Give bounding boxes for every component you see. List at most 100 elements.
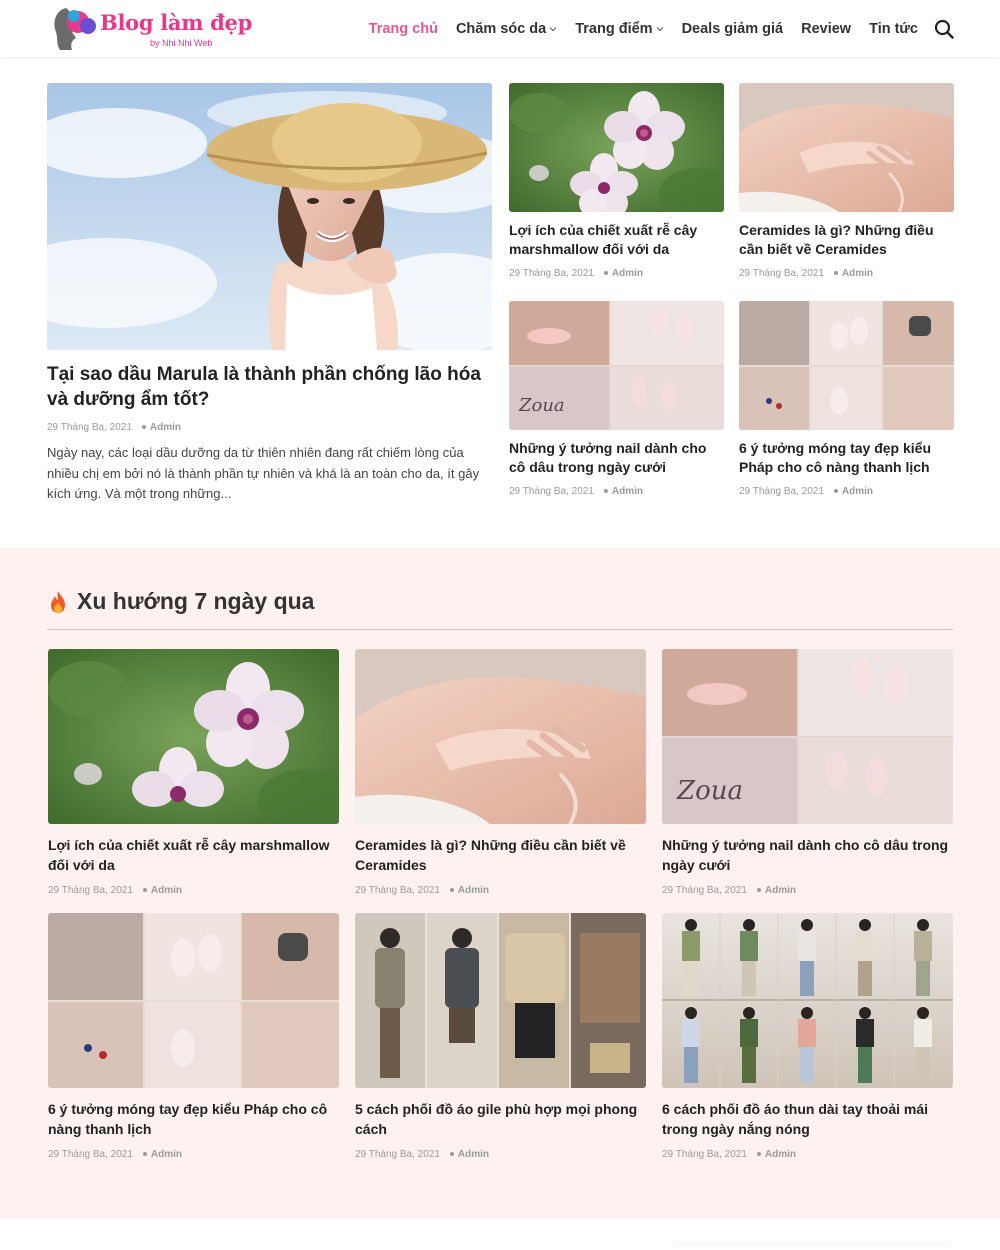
post-thumbnail[interactable]: Zoua xyxy=(662,649,953,824)
post-thumbnail[interactable] xyxy=(355,913,646,1088)
post-title[interactable]: 6 cách phối đồ áo thun dài tay thoải mái… xyxy=(662,1100,953,1139)
post-title[interactable]: Ceramides là gì? Những điều cần biết về … xyxy=(355,836,646,875)
post-author[interactable]: Admin xyxy=(449,1149,489,1160)
post-author[interactable]: Admin xyxy=(756,885,796,896)
nails-french-image xyxy=(48,913,339,1088)
post-date: 29 Tháng Ba, 2021 xyxy=(509,268,594,279)
post-title[interactable]: Lợi ích của chiết xuất rễ cây marshmallo… xyxy=(509,221,724,258)
post-title[interactable]: 5 cách phối đồ áo gile phù hợp mọi phong… xyxy=(355,1100,646,1139)
trending-post: Lợi ích của chiết xuất rễ cây marshmallo… xyxy=(48,649,339,896)
nav-label: Trang chủ xyxy=(368,21,438,37)
logo-face-icon xyxy=(54,8,96,50)
nav-label: Deals giảm giá xyxy=(681,21,784,37)
post-thumbnail[interactable]: Zoua xyxy=(509,301,724,430)
nails-bridal-image: Zoua xyxy=(662,649,953,824)
section-title-text: Xu hướng 7 ngày qua xyxy=(77,588,315,614)
post-author-name: Admin xyxy=(611,486,643,497)
nails-bridal-image: Zoua xyxy=(509,301,724,430)
post-thumbnail[interactable] xyxy=(48,913,339,1088)
post-date: 29 Tháng Ba, 2021 xyxy=(48,885,133,896)
post-date: 29 Tháng Ba, 2021 xyxy=(662,1149,747,1160)
post-title[interactable]: Lợi ích của chiết xuất rễ cây marshmallo… xyxy=(48,836,339,875)
post-meta: 29 Tháng Ba, 2021 Admin xyxy=(48,1149,339,1160)
chevron-down-icon xyxy=(549,27,557,32)
post-author-name: Admin xyxy=(841,268,873,279)
svg-text:Zoua: Zoua xyxy=(676,776,743,806)
post-author[interactable]: Admin xyxy=(756,1149,796,1160)
post-title[interactable]: Tại sao dầu Marula là thành phần chống l… xyxy=(47,362,492,412)
search-icon[interactable] xyxy=(934,19,954,39)
nav-item-deals[interactable]: Deals giảm giá xyxy=(682,21,784,37)
post-author-name: Admin xyxy=(764,1149,796,1160)
featured-side-post: Lợi ích của chiết xuất rễ cây marshmallo… xyxy=(509,83,724,279)
post-meta: 29 Tháng Ba, 2021 Admin xyxy=(739,486,954,497)
post-author-name: Admin xyxy=(150,885,182,896)
logo-tagline: by Nhi Nhi Web xyxy=(150,38,213,48)
flower-image xyxy=(48,649,339,824)
post-author[interactable]: Admin xyxy=(141,422,181,433)
post-meta: 29 Tháng Ba, 2021 Admin xyxy=(48,885,339,896)
post-author-name: Admin xyxy=(457,885,489,896)
post-author[interactable]: Admin xyxy=(142,1149,182,1160)
nav-item-review[interactable]: Review xyxy=(801,21,851,37)
featured-side-post: Zoua Những ý tưởng nail dành cho cô dâu … xyxy=(509,301,724,497)
post-thumbnail[interactable] xyxy=(48,649,339,824)
trending-post: 6 cách phối đồ áo thun dài tay thoải mái… xyxy=(662,913,953,1160)
featured-main-post: Tại sao dầu Marula là thành phần chống l… xyxy=(47,83,492,505)
post-meta: 29 Tháng Ba, 2021 Admin xyxy=(47,422,492,433)
nav-item-skincare[interactable]: Chăm sóc da xyxy=(456,21,557,37)
nav-label: Review xyxy=(801,21,852,37)
post-excerpt: Ngày nay, các loại dầu dưỡng da từ thiên… xyxy=(47,445,480,501)
post-author-name: Admin xyxy=(149,422,181,433)
post-author[interactable]: Admin xyxy=(833,486,873,497)
nav-label: Chăm sóc da xyxy=(455,21,547,37)
post-author-name: Admin xyxy=(150,1149,182,1160)
post-title[interactable]: Những ý tưởng nail dành cho cô dâu trong… xyxy=(662,836,953,875)
post-meta: 29 Tháng Ba, 2021 Admin xyxy=(662,885,953,896)
post-meta: 29 Tháng Ba, 2021 Admin xyxy=(662,1149,953,1160)
post-date: 29 Tháng Ba, 2021 xyxy=(662,885,747,896)
post-date: 29 Tháng Ba, 2021 xyxy=(509,486,594,497)
chevron-down-icon xyxy=(656,27,663,32)
post-thumbnail[interactable] xyxy=(662,913,953,1088)
post-author[interactable]: Admin xyxy=(833,268,873,279)
woman-hat-image xyxy=(47,83,492,350)
main-nav: Trang chủ Chăm sóc da Trang điểm Deals g… xyxy=(369,0,918,58)
post-title[interactable]: Những ý tưởng nail dành cho cô dâu trong… xyxy=(509,439,724,476)
post-title[interactable]: Ceramides là gì? Những điều cần biết về … xyxy=(739,221,954,258)
trending-section: Xu hướng 7 ngày qua Lợi ích của chiết xu… xyxy=(0,548,1000,1218)
post-date: 29 Tháng Ba, 2021 xyxy=(355,885,440,896)
post-title[interactable]: 6 ý tưởng móng tay đẹp kiểu Pháp cho cô … xyxy=(48,1100,339,1139)
post-author[interactable]: Admin xyxy=(142,885,182,896)
post-author[interactable]: Admin xyxy=(449,885,489,896)
trending-post: Ceramides là gì? Những điều cần biết về … xyxy=(355,649,646,896)
trending-post: Zoua Những ý tưởng nail dành cho cô dâu … xyxy=(662,649,953,896)
nav-item-news[interactable]: Tin tức xyxy=(869,21,918,37)
nav-label: Tin tức xyxy=(869,21,918,37)
site-header: Blog làm đẹp by Nhi Nhi Web Trang chủ Ch… xyxy=(0,0,1000,58)
post-thumbnail[interactable] xyxy=(509,83,724,212)
featured-section: Tại sao dầu Marula là thành phần chống l… xyxy=(0,58,1000,548)
trending-post: 6 ý tưởng móng tay đẹp kiểu Pháp cho cô … xyxy=(48,913,339,1160)
nails-french-image xyxy=(739,301,954,430)
post-meta: 29 Tháng Ba, 2021 Admin xyxy=(509,486,724,497)
featured-side-post: Ceramides là gì? Những điều cần biết về … xyxy=(739,83,954,279)
post-title[interactable]: 6 ý tưởng móng tay đẹp kiểu Pháp cho cô … xyxy=(739,439,954,476)
nav-item-home[interactable]: Trang chủ xyxy=(369,21,438,37)
post-author-name: Admin xyxy=(457,1149,489,1160)
site-logo[interactable]: Blog làm đẹp by Nhi Nhi Web xyxy=(48,4,252,54)
section-title: Xu hướng 7 ngày qua xyxy=(47,588,953,615)
post-author[interactable]: Admin xyxy=(603,486,643,497)
post-thumbnail[interactable] xyxy=(47,83,492,350)
post-author[interactable]: Admin xyxy=(603,268,643,279)
post-thumbnail[interactable] xyxy=(739,301,954,430)
post-thumbnail[interactable] xyxy=(739,83,954,212)
svg-text:Zoua: Zoua xyxy=(518,395,565,416)
nav-item-makeup[interactable]: Trang điểm xyxy=(575,21,663,37)
post-meta: 29 Tháng Ba, 2021 Admin xyxy=(355,1149,646,1160)
post-meta: 29 Tháng Ba, 2021 Admin xyxy=(509,268,724,279)
fire-icon xyxy=(51,590,65,613)
post-meta: 29 Tháng Ba, 2021 Admin xyxy=(355,885,646,896)
flower-image xyxy=(509,83,724,212)
post-thumbnail[interactable] xyxy=(355,649,646,824)
